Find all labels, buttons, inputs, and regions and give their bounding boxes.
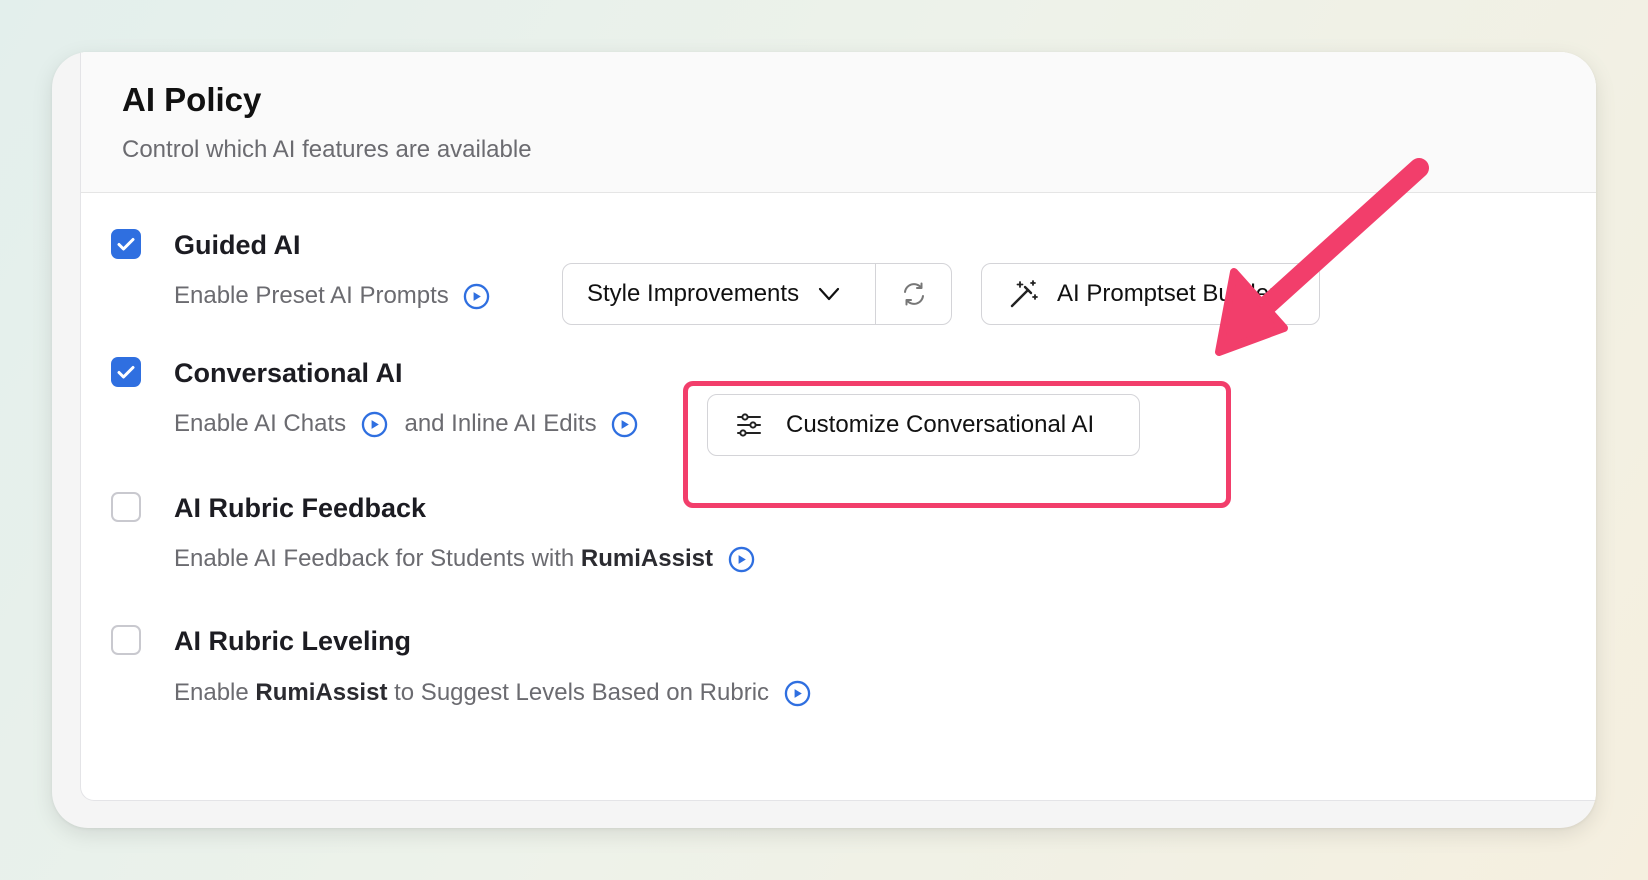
arrow-annotation — [1215, 158, 1429, 356]
